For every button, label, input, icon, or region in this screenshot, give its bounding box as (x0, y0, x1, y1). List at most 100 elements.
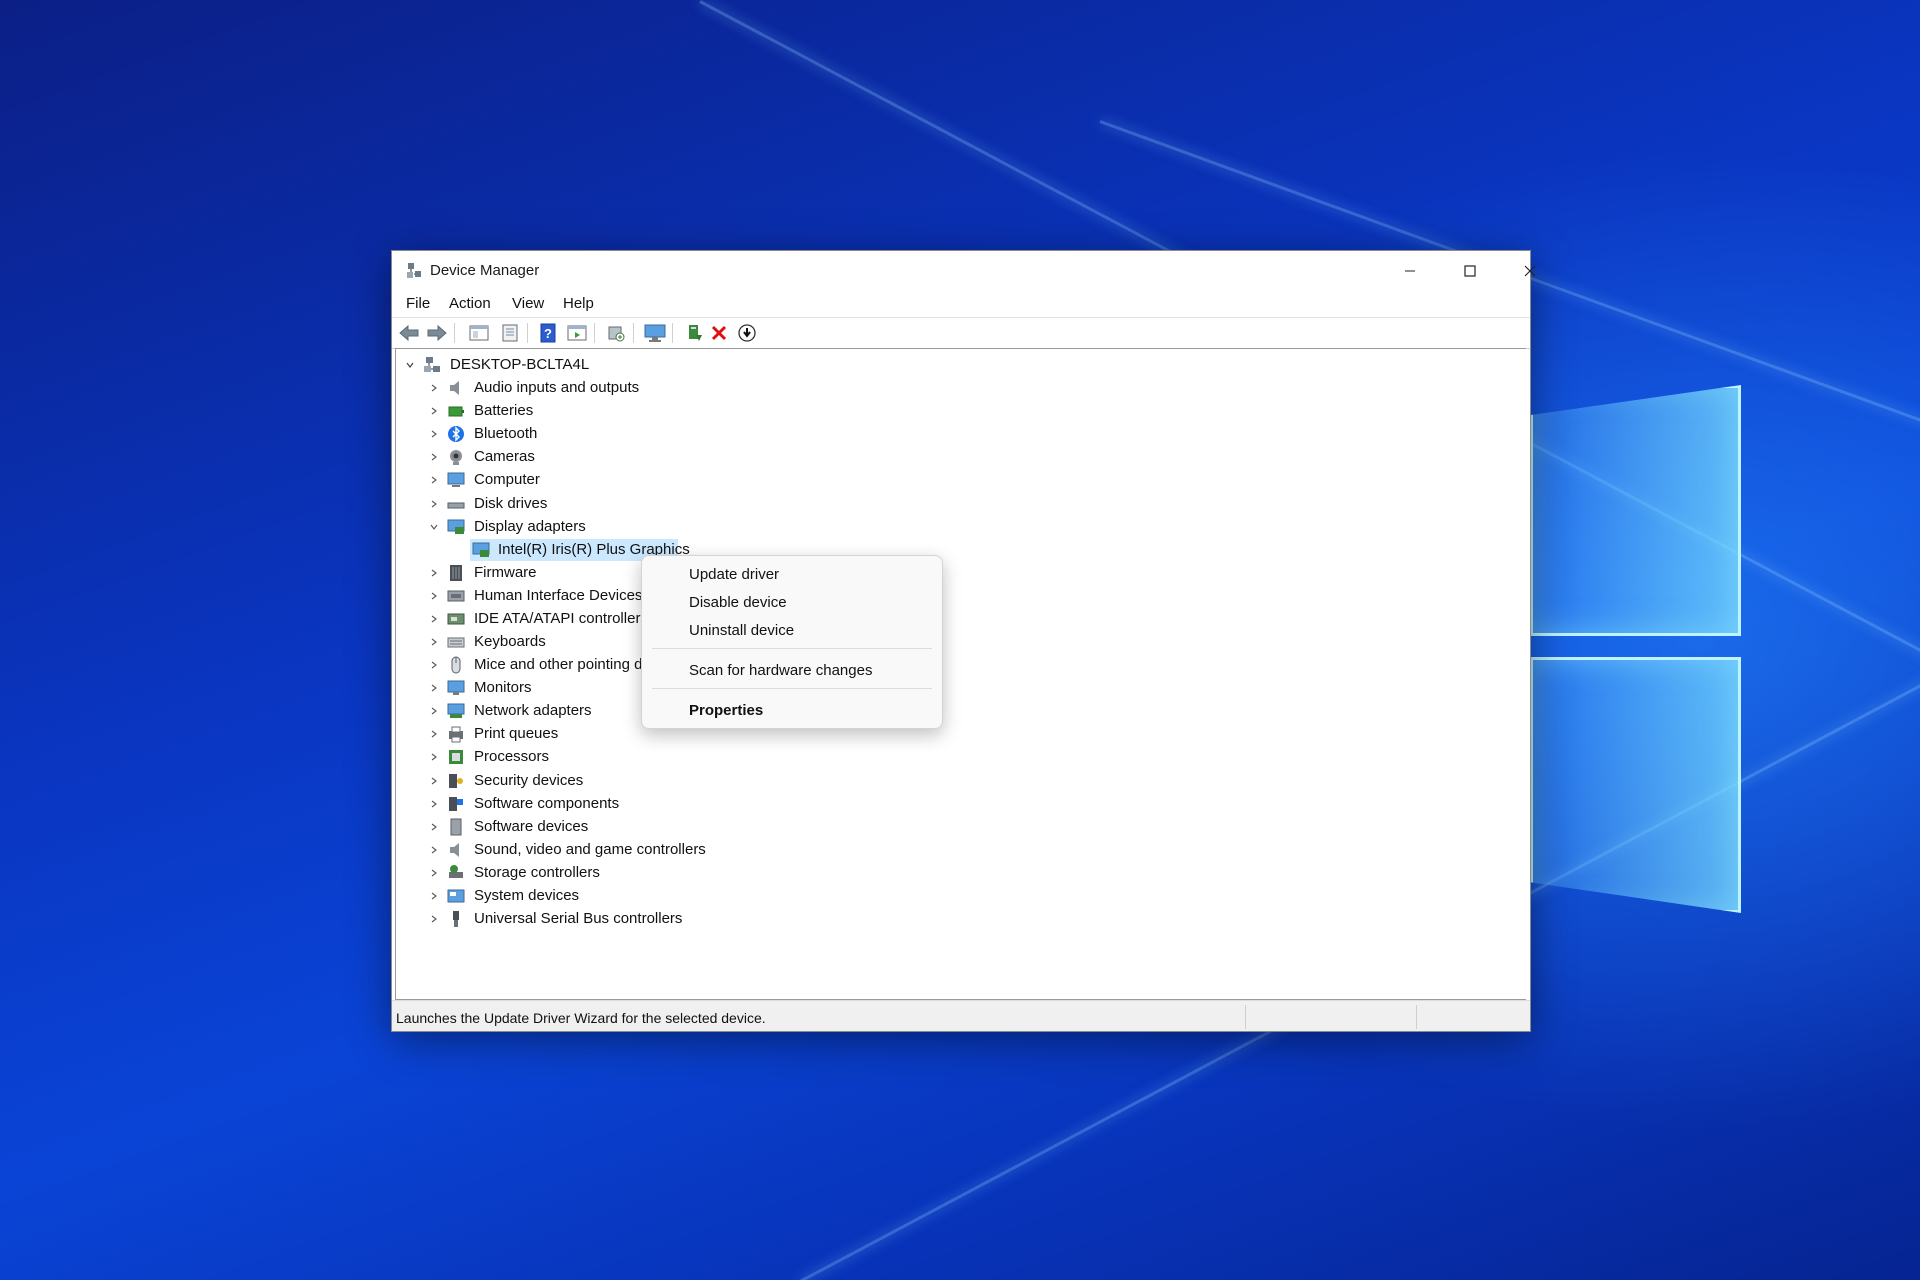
uninstall-button[interactable] (708, 322, 730, 344)
chevron-right-icon[interactable] (428, 913, 440, 925)
update-driver-menu-item[interactable]: Update driver (689, 566, 779, 583)
chevron-right-icon[interactable] (428, 728, 440, 740)
menu-help[interactable]: Help (563, 295, 594, 312)
show-hide-console-tree-icon (469, 325, 489, 341)
tree-category-label: Cameras (474, 448, 535, 466)
storage-controller-icon (449, 864, 463, 878)
menu-view[interactable]: View (512, 295, 544, 312)
tree-category[interactable]: Software devices (396, 816, 696, 838)
device-tree[interactable]: DESKTOP-BCLTA4L Audio inputs and outputs… (395, 348, 1526, 1000)
tree-category-label: Audio inputs and outputs (474, 379, 640, 397)
minimize-button[interactable] (1380, 251, 1440, 291)
scan-hardware-menu-item[interactable]: Scan for hardware changes (689, 662, 872, 679)
forward-button[interactable] (426, 322, 448, 344)
chevron-down-icon[interactable] (428, 521, 440, 533)
tree-category[interactable]: System devices (396, 885, 696, 907)
toolbar-separator (672, 323, 673, 343)
tree-category[interactable]: Software components (396, 793, 696, 815)
chevron-right-icon[interactable] (428, 659, 440, 671)
windows-logo-pane (1530, 657, 1741, 913)
action-pane-icon (567, 325, 587, 341)
tree-category-label: System devices (474, 886, 580, 904)
chevron-right-icon[interactable] (428, 474, 440, 486)
forward-icon (427, 325, 447, 341)
scan-hardware-button[interactable] (605, 322, 627, 344)
camera-icon (450, 450, 462, 466)
firmware-icon (450, 564, 462, 581)
chevron-right-icon[interactable] (428, 590, 440, 602)
hid-icon (447, 590, 465, 602)
maximize-icon (1464, 265, 1476, 277)
maximize-button[interactable] (1440, 251, 1500, 291)
tree-category[interactable]: Disk drives (396, 493, 696, 515)
status-bar: Launches the Update Driver Wizard for th… (392, 1000, 1530, 1031)
close-button[interactable] (1500, 251, 1560, 291)
menu-action[interactable]: Action (449, 295, 491, 312)
display-adapter-icon (472, 542, 490, 557)
disable-device-menu-item[interactable]: Disable device (689, 594, 787, 611)
chevron-right-icon[interactable] (428, 567, 440, 579)
uninstall-device-menu-item[interactable]: Uninstall device (689, 622, 794, 639)
tree-category-label: Network adapters (474, 702, 592, 720)
action-pane-button[interactable] (566, 322, 588, 344)
tree-category-label: Display adapters (474, 517, 586, 535)
chevron-right-icon[interactable] (428, 405, 440, 417)
tree-category[interactable]: Processors (396, 746, 696, 768)
download-button[interactable] (736, 322, 758, 344)
tree-category-label: Software devices (474, 817, 589, 835)
chevron-right-icon[interactable] (428, 775, 440, 787)
tree-category[interactable]: Cameras (396, 446, 696, 468)
tree-category-label: Storage controllers (474, 863, 600, 881)
tree-category[interactable]: Computer (396, 469, 696, 491)
ide-controller-icon (447, 613, 465, 625)
back-icon (399, 325, 419, 341)
update-driver-icon (689, 325, 702, 341)
printer-icon (449, 726, 463, 743)
chevron-right-icon[interactable] (428, 613, 440, 625)
chevron-right-icon[interactable] (428, 498, 440, 510)
monitor-button[interactable] (644, 322, 666, 344)
minimize-icon (1405, 270, 1415, 272)
context-menu: Update driver Disable device Uninstall d… (641, 555, 943, 729)
processor-icon (449, 750, 463, 765)
sound-icon (450, 842, 459, 857)
tree-root[interactable]: DESKTOP-BCLTA4L (396, 354, 696, 376)
chevron-right-icon[interactable] (428, 844, 440, 856)
show-hide-console-tree-button[interactable] (468, 322, 490, 344)
properties-menu-item[interactable]: Properties (689, 702, 763, 719)
chevron-right-icon[interactable] (428, 636, 440, 648)
tree-category[interactable]: Bluetooth (396, 423, 696, 445)
disk-drive-icon (447, 502, 465, 508)
title-bar[interactable]: Device Manager (392, 251, 1536, 291)
toolbar-separator (594, 323, 595, 343)
tree-category[interactable]: Audio inputs and outputs (396, 377, 696, 399)
properties-button[interactable] (499, 322, 521, 344)
tree-category[interactable]: Batteries (396, 400, 696, 422)
chevron-right-icon[interactable] (428, 705, 440, 717)
chevron-right-icon[interactable] (428, 890, 440, 902)
chevron-right-icon[interactable] (428, 821, 440, 833)
tree-category[interactable]: Security devices (396, 770, 696, 792)
tree-category-label: IDE ATA/ATAPI controllers (474, 609, 648, 627)
software-component-icon (449, 796, 463, 811)
help-button[interactable]: ? (537, 322, 559, 344)
menu-file[interactable]: File (406, 295, 430, 312)
tree-category-label: Computer (474, 471, 540, 489)
status-divider (1245, 1005, 1246, 1029)
back-button[interactable] (398, 322, 420, 344)
chevron-right-icon[interactable] (428, 867, 440, 879)
chevron-right-icon[interactable] (428, 751, 440, 763)
tree-category[interactable]: Universal Serial Bus controllers (396, 908, 696, 930)
tree-category-label: Keyboards (474, 633, 546, 651)
chevron-right-icon[interactable] (428, 382, 440, 394)
chevron-right-icon[interactable] (428, 451, 440, 463)
computer-root-icon (424, 357, 440, 372)
chevron-down-icon[interactable] (404, 359, 416, 371)
tree-category[interactable]: Display adapters (396, 516, 696, 538)
update-driver-button[interactable] (684, 322, 706, 344)
chevron-right-icon[interactable] (428, 428, 440, 440)
chevron-right-icon[interactable] (428, 682, 440, 694)
tree-category[interactable]: Sound, video and game controllers (396, 839, 706, 861)
chevron-right-icon[interactable] (428, 798, 440, 810)
tree-category[interactable]: Storage controllers (396, 862, 696, 884)
